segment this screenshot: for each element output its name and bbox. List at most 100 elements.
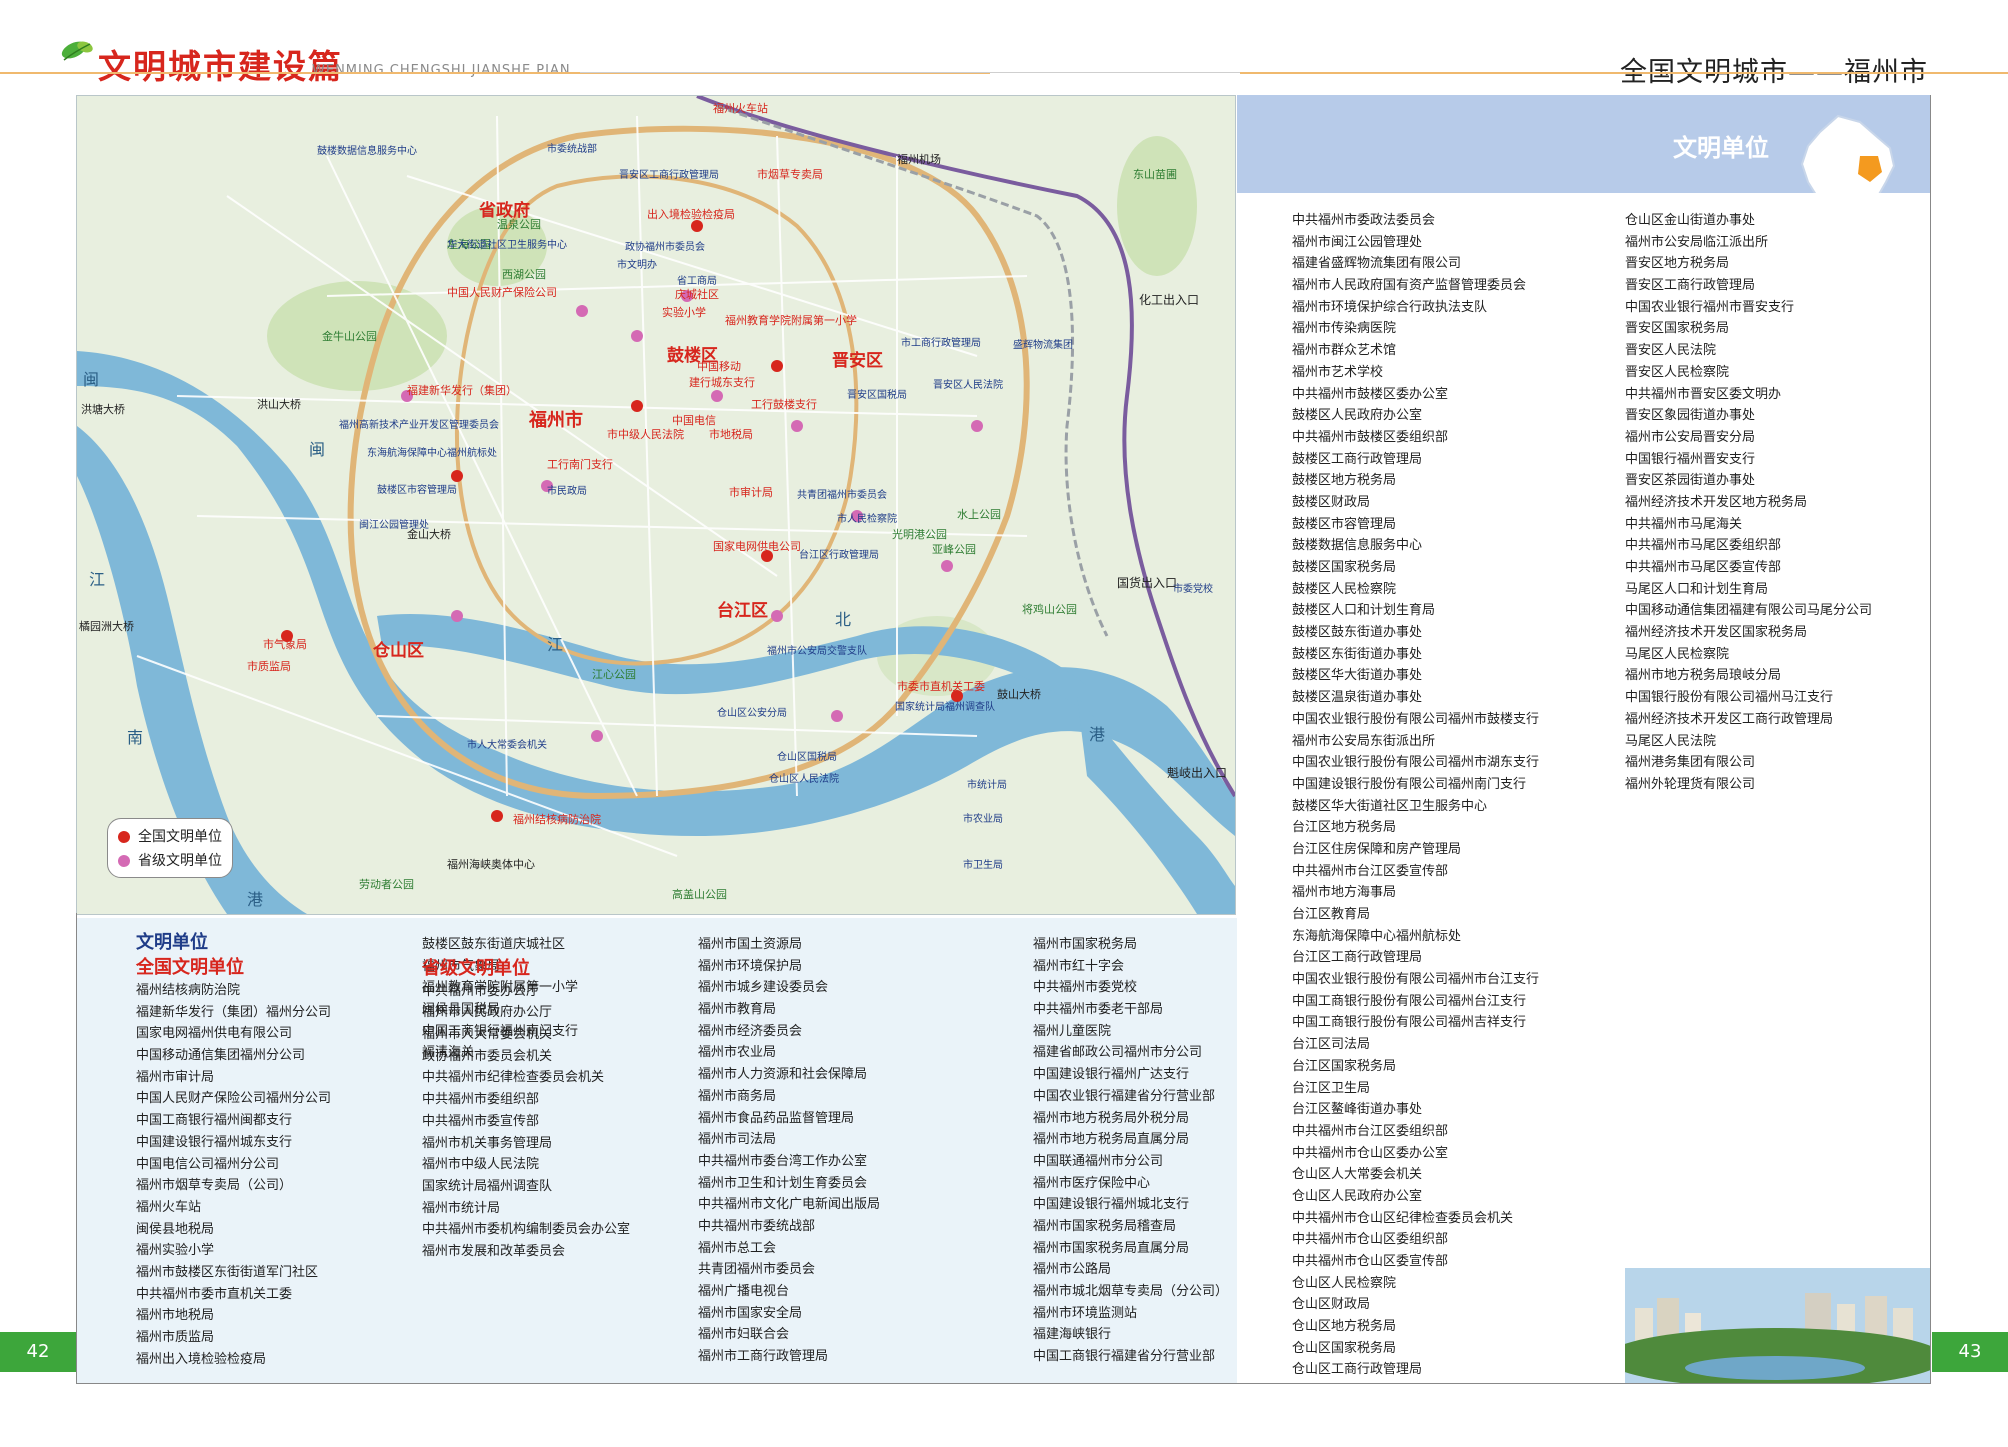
map-poi-provincial[interactable]: 福州高新技术产业开发区管理委员会 [339,416,499,431]
unit-list-item: 仓山区国家税务局 [1292,1340,1397,1356]
map-poi-provincial[interactable]: 仓山区国税局 [777,748,837,763]
provincial-units-heading: 省级文明单位 [422,957,530,979]
unit-list-item: 中共福州市委政法委员会 [1292,213,1436,228]
unit-list-item: 福州结核病防治院 [136,983,241,998]
unit-list-item: 福州外轮理货有限公司 [1625,776,1756,792]
map-poi-provincial[interactable]: 晋安区国税局 [847,386,907,401]
right-panel-list-col1: 中共福州市委政法委员会 福州市闽江公园管理处 福建省盛辉物流集团有限公司 福州市人民政… [1292,210,1539,1381]
map-poi-provincial[interactable]: 仓山区人民法院 [769,770,839,785]
map-poi-provincial[interactable]: 仓山区公安分局 [717,704,787,719]
unit-list-item: 中共福州市委统战部 [698,1218,816,1234]
map-poi-provincial[interactable]: 福州市公安局交警支队 [767,642,867,657]
map-poi-provincial[interactable]: 鼓楼区市容管理局 [377,481,457,496]
map-poi-national[interactable]: 国家电网供电公司 [713,538,801,554]
unit-list-item: 福州火车站 [136,1199,202,1215]
unit-list-item: 福州市农业局 [698,1045,777,1061]
map-poi-national[interactable]: 实验小学 [662,304,706,320]
unit-list-item: 福州实验小学 [136,1243,215,1259]
unit-list-item: 鼓楼区鼓东街道庆城社区 [422,937,566,952]
map-poi-national[interactable]: 市地税局 [709,426,753,442]
map-poi-national[interactable]: 市质监局 [247,658,291,674]
map-poi-provincial[interactable]: 晋安区工商行政管理局 [619,166,719,181]
map-poi-provincial[interactable]: 市人大常委会机关 [467,736,547,751]
provincial-marker-icon [118,855,130,867]
national-units-heading: 全国文明单位 [136,957,244,978]
map-poi-provincial[interactable]: 华大街道社区卫生服务中心 [447,236,567,251]
map-label-water: 港 [1089,725,1106,744]
map-poi-national[interactable]: 中国人民财产保险公司 [447,284,557,300]
bottom-list-col2: 鼓楼区鼓东街道庆城社区 福州市气象局 福州教育学院附属第一小学 闽侯县国税局 中国工商银… [422,934,630,1259]
map-label-water: 南 [127,728,144,747]
unit-list-item: 晋安区茶园街道办事处 [1625,473,1756,489]
unit-list-item: 福州市公安局临江派出所 [1625,234,1769,250]
map-poi-national[interactable]: 福建新华发行（集团） [407,382,517,398]
unit-list-item: 中共福州市晋安区委文明办 [1625,386,1782,402]
map-label-water: 北 [835,610,852,629]
unit-list-item: 中共福州市马尾区委宣传部 [1625,560,1782,575]
unit-list-item: 福州市城乡建设委员会 [698,980,829,996]
map-poi-national[interactable]: 福州火车站 [713,100,768,116]
map-poi-provincial[interactable]: 市人民检察院 [837,510,897,525]
map-label-entrance: 化工出入口 [1139,293,1200,307]
unit-list-item: 晋安区国家税务局 [1625,321,1730,337]
unit-list-item: 中共福州市委宣传部 [422,1113,540,1129]
map-poi-provincial[interactable]: 国家统计局福州调查队 [895,698,995,713]
map-poi-national[interactable]: 市气象局 [263,636,307,652]
map-poi-provincial[interactable]: 东海航海保障中心福州航标处 [367,444,497,459]
map-label-park: 高盖山公园 [672,888,727,901]
map-poi-provincial[interactable]: 晋安区人民法院 [933,376,1003,391]
unit-list-item: 马尾区人口和计划生育局 [1625,581,1769,597]
map-poi-national[interactable]: 市中级人民法院 [607,426,684,442]
map-label-park: 光明港公园 [892,528,947,541]
map-poi-provincial[interactable]: 台江区行政管理局 [799,546,879,561]
map-label-park: 温泉公园 [497,218,541,231]
map-poi-provincial[interactable]: 市委党校 [1173,580,1213,595]
map-label-entrance: 国货出入口 [1117,576,1178,590]
map-poi-national[interactable]: 工行南门支行 [547,456,613,472]
unit-list-item: 鼓楼区地方税务局 [1292,473,1397,489]
unit-list-item: 福州市审计局 [136,1069,215,1085]
city-skyline-photo [1625,1268,1931,1383]
unit-list-item: 鼓楼区人民检察院 [1292,581,1397,597]
map-poi-provincial[interactable]: 鼓楼数据信息服务中心 [317,142,417,157]
map-poi-provincial[interactable]: 市统计局 [967,776,1007,791]
map-poi-national[interactable]: 市审计局 [729,484,773,500]
unit-list-item: 晋安区象园街道办事处 [1625,408,1756,424]
map-poi-national[interactable]: 建行城东支行 [689,374,755,390]
map-poi-provincial[interactable]: 市工商行政管理局 [901,334,981,349]
map-poi-provincial[interactable]: 盛辉物流集团 [1013,336,1073,351]
map-poi-provincial[interactable]: 市委统战部 [547,140,597,155]
unit-list-item: 福州经济技术开发区国家税务局 [1625,625,1808,641]
unit-list-item: 福州市统计局 [422,1200,501,1216]
unit-list-item: 鼓楼数据信息服务中心 [1292,538,1423,554]
map-poi-national[interactable]: 福州教育学院附属第一小学 [725,312,857,328]
map-poi-provincial[interactable]: 闽江公园管理处 [359,516,429,531]
unit-list-item: 中国移动通信集团福州分公司 [136,1048,306,1064]
map-poi-provincial[interactable]: 省工商局 [677,272,717,287]
map-poi-provincial[interactable]: 市卫生局 [963,856,1003,871]
map-poi-provincial[interactable]: 政协福州市委员会 [625,238,705,253]
map-poi-national[interactable]: 中国移动 [697,358,741,374]
map-label-fuzhou-city: 福州市 [529,410,583,431]
unit-list-item: 鼓楼区国家税务局 [1292,560,1397,575]
map-poi-provincial[interactable]: 市民政局 [547,482,587,497]
map-poi-provincial[interactable]: 市农业局 [963,810,1003,825]
unit-list-item: 福州市妇联合会 [698,1327,790,1343]
map-poi-national[interactable]: 市烟草专卖局 [757,166,823,182]
map-poi-national[interactable]: 出入境检验检疫局 [647,206,735,222]
unit-list-item: 福州港务集团有限公司 [1625,755,1756,771]
page-number-left: 42 [0,1332,76,1372]
map-label-park: 将鸡山公园 [1022,603,1077,616]
map-label-entrance: 魁岐出入口 [1167,766,1228,780]
map-poi-national[interactable]: 庆城社区 [675,286,719,302]
map-poi-national[interactable]: 工行鼓楼支行 [751,396,817,412]
map-poi-national[interactable]: 市委市直机关工委 [897,678,985,694]
bottom-list-col1: 文明单位 全国文明单位 福州结核病防治院 福建新华发行（集团）福州分公司 国家电网福… [136,930,331,1367]
city-map[interactable]: 省政府 福州市 鼓楼区 晋安区 台江区 仓山区 闽 江 南 港 闽 江 北 港 … [76,95,1236,915]
map-poi-provincial[interactable]: 共青团福州市委员会 [797,486,887,501]
map-poi-provincial[interactable]: 市文明办 [617,256,657,271]
frame-right-rule [1930,95,1931,1383]
national-marker-icon [118,831,130,843]
map-poi-national[interactable]: 福州结核病防治院 [513,811,601,827]
unit-list-item: 政协福州市委员会机关 [422,1048,553,1064]
